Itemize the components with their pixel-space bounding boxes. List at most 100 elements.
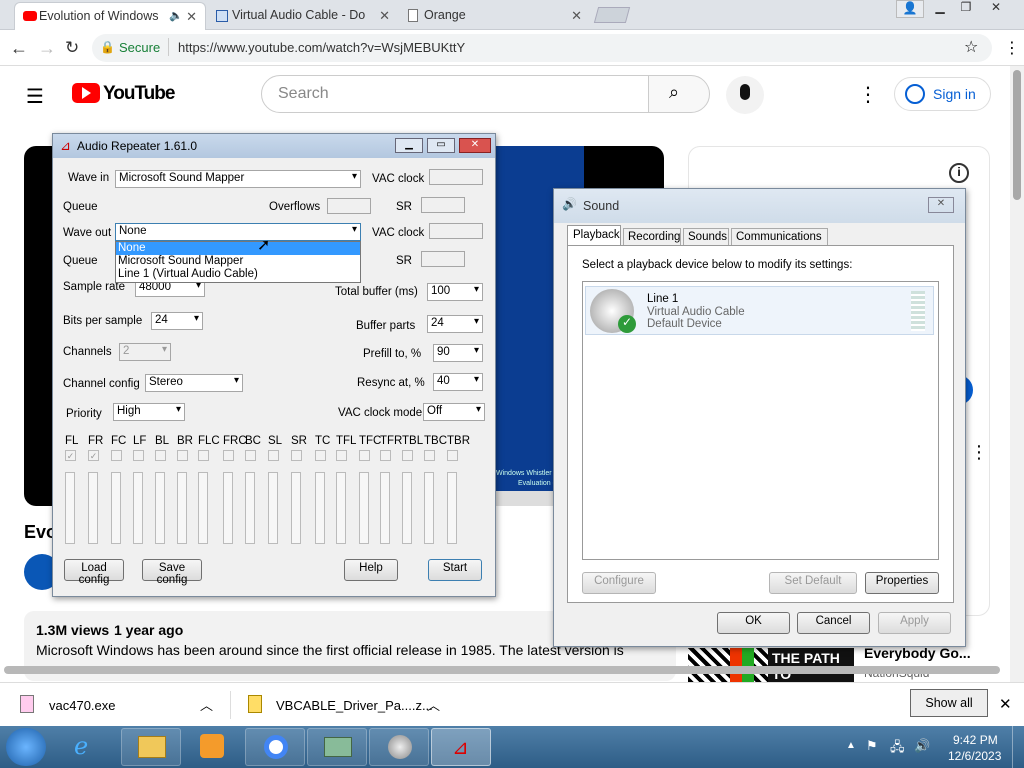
clock-date[interactable]: 12/6/2023 (948, 749, 1001, 763)
horizontal-scrollbar[interactable] (4, 666, 1000, 674)
channel-checkbox-fc[interactable] (111, 450, 122, 461)
star-icon[interactable]: ☆ (964, 37, 978, 57)
chevron-up-icon[interactable]: ︿ (427, 695, 440, 714)
url-text[interactable]: https://www.youtube.com/watch?v=WsjMEBUK… (178, 40, 465, 55)
sound-titlebar[interactable]: 🔊 Sound ✕ (554, 189, 965, 223)
vertical-scrollbar[interactable] (1010, 66, 1024, 682)
vac-clock-mode-select[interactable]: Off (423, 403, 485, 421)
menu-dots-icon[interactable]: ⋮ (1004, 38, 1020, 58)
configure-button[interactable]: Configure (582, 572, 656, 594)
close-tab-icon[interactable]: ✕ (379, 8, 390, 24)
channel-checkbox-flc[interactable] (198, 450, 209, 461)
tab-sounds[interactable]: Sounds (683, 228, 729, 246)
repeater-titlebar[interactable]: ⊿ Audio Repeater 1.61.0 ▁ ▭ ✕ (53, 134, 495, 158)
tab-recording[interactable]: Recording (623, 228, 681, 246)
media-player-taskbar-icon[interactable] (182, 728, 242, 766)
start-button[interactable]: Start (428, 559, 482, 581)
download-item[interactable]: vac470.exe (49, 698, 116, 713)
channel-checkbox-tbl[interactable] (402, 450, 413, 461)
cancel-button[interactable]: Cancel (797, 612, 870, 634)
minimize-button[interactable]: ▁ (395, 138, 423, 153)
minimize-button[interactable]: ▁ (926, 0, 954, 18)
search-button[interactable]: ⌕ (648, 75, 710, 113)
close-tab-icon[interactable]: ✕ (571, 8, 582, 24)
show-desktop-button[interactable] (1012, 726, 1024, 768)
chrome-taskbar-icon[interactable] (245, 728, 305, 766)
close-shelf-icon[interactable]: ✕ (999, 695, 1012, 713)
omnibox[interactable]: 🔒 Secure https://www.youtube.com/watch?v… (92, 34, 992, 62)
buffer-parts-select[interactable]: 24 (427, 315, 483, 333)
apply-button[interactable]: Apply (878, 612, 951, 634)
channels-select[interactable]: 2 (119, 343, 171, 361)
speaker-icon[interactable]: 🔈 (169, 9, 183, 22)
settings-dots-icon[interactable]: ⋮ (858, 82, 878, 107)
chevron-up-icon[interactable]: ︿ (200, 695, 213, 714)
tab-playback[interactable]: Playback (567, 225, 621, 247)
channel-checkbox-tc[interactable] (315, 450, 326, 461)
help-button[interactable]: Help (344, 559, 398, 581)
channel-checkbox-tbc[interactable] (424, 450, 435, 461)
ie-taskbar-icon[interactable]: ℯ (60, 728, 120, 766)
tab-youtube[interactable]: Evolution of Windows 🔈 ✕ (14, 2, 206, 30)
channel-checkbox-bc[interactable] (245, 450, 256, 461)
channel-checkbox-fl[interactable]: ✓ (65, 450, 76, 461)
channel-checkbox-fr[interactable]: ✓ (88, 450, 99, 461)
bits-select[interactable]: 24 (151, 312, 203, 330)
wave-in-select[interactable]: Microsoft Sound Mapper (115, 170, 361, 188)
sidebar-thumbnail[interactable]: THE PATH TO (688, 648, 854, 682)
ok-button[interactable]: OK (717, 612, 790, 634)
channel-checkbox-lf[interactable] (133, 450, 144, 461)
dropdown-option[interactable]: Line 1 (Virtual Audio Cable) (116, 268, 360, 281)
close-button[interactable]: ✕ (459, 138, 491, 153)
youtube-logo-text[interactable]: YouTube (103, 83, 175, 105)
close-tab-icon[interactable]: ✕ (186, 9, 197, 25)
explorer-taskbar-icon[interactable] (121, 728, 181, 766)
close-button[interactable]: ✕ (928, 197, 954, 213)
hamburger-icon[interactable]: ☰ (26, 84, 44, 109)
start-button[interactable] (6, 728, 46, 766)
volume-icon[interactable]: 🔊 (914, 738, 930, 754)
properties-button[interactable]: Properties (865, 572, 939, 594)
resync-select[interactable]: 40 (433, 373, 483, 391)
load-config-button[interactable]: Load config (64, 559, 124, 586)
device-item[interactable]: ✓ Line 1 Virtual Audio Cable Default Dev… (585, 286, 934, 335)
network-icon[interactable]: 🖧 (890, 738, 905, 760)
tab-orange[interactable]: Orange ✕ (400, 2, 590, 30)
channel-checkbox-br[interactable] (177, 450, 188, 461)
tab-communications[interactable]: Communications (731, 228, 828, 246)
sidebar-video-title[interactable]: Everybody Go... (864, 645, 971, 661)
audio-repeater-taskbar-icon[interactable]: ⊿ (431, 728, 491, 766)
total-buffer-select[interactable]: 100 (427, 283, 483, 301)
info-icon[interactable]: i (949, 163, 969, 183)
channel-checkbox-tbr[interactable] (447, 450, 458, 461)
close-window-button[interactable]: ✕ (982, 0, 1010, 18)
dropdown-option[interactable]: None (116, 242, 360, 255)
prefill-select[interactable]: 90 (433, 344, 483, 362)
reload-icon[interactable]: ↻ (65, 38, 79, 58)
control-panel-taskbar-icon[interactable] (307, 728, 367, 766)
back-icon[interactable]: ← (10, 38, 28, 59)
priority-select[interactable]: High (113, 403, 185, 421)
scroll-thumb[interactable] (1013, 70, 1021, 200)
tab-vac[interactable]: Virtual Audio Cable - Do ✕ (208, 2, 398, 30)
show-all-button[interactable]: Show all (910, 689, 988, 717)
channel-checkbox-frc[interactable] (223, 450, 234, 461)
restore-button[interactable]: ❐ (952, 0, 980, 18)
maximize-button[interactable]: ▭ (427, 138, 455, 153)
channel-checkbox-bl[interactable] (155, 450, 166, 461)
sign-in-button[interactable]: Sign in (894, 77, 991, 111)
sound-taskbar-icon[interactable] (369, 728, 429, 766)
show-hidden-icons[interactable]: ▲ (846, 740, 856, 751)
new-tab-button[interactable] (593, 7, 631, 23)
download-item[interactable]: VBCABLE_Driver_Pa....z... (276, 698, 433, 713)
save-config-button[interactable]: Save config (142, 559, 202, 586)
more-options-icon[interactable]: ⋮ (970, 442, 988, 463)
voice-search-button[interactable] (726, 76, 764, 114)
clock-time[interactable]: 9:42 PM (953, 733, 998, 747)
channel-config-select[interactable]: Stereo (145, 374, 243, 392)
device-list[interactable]: ✓ Line 1 Virtual Audio Cable Default Dev… (582, 281, 939, 560)
channel-checkbox-tfl[interactable] (336, 450, 347, 461)
dropdown-option[interactable]: Microsoft Sound Mapper (116, 255, 360, 268)
channel-checkbox-tfr[interactable] (380, 450, 391, 461)
forward-icon[interactable]: → (38, 38, 56, 59)
